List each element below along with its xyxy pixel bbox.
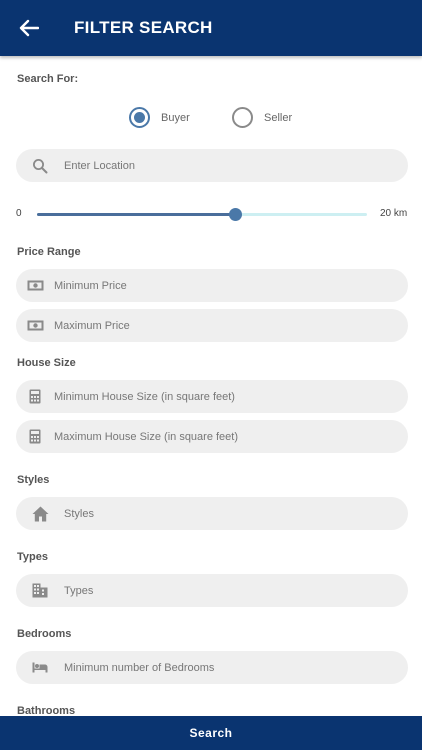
bedrooms-placeholder: Minimum number of Bedrooms bbox=[64, 661, 215, 674]
price-range-label: Price Range bbox=[17, 246, 81, 258]
search-for-label: Search For: bbox=[17, 73, 79, 85]
arrow-left-icon bbox=[19, 19, 39, 37]
max-house-size-input[interactable]: Maximum House Size (in square feet) bbox=[16, 420, 408, 453]
location-placeholder: Enter Location bbox=[64, 159, 135, 172]
calculator-icon bbox=[16, 429, 54, 444]
radio-seller-indicator bbox=[232, 107, 253, 128]
page-title: FILTER SEARCH bbox=[74, 18, 213, 37]
styles-select[interactable]: Styles bbox=[16, 497, 408, 530]
radio-buyer-label: Buyer bbox=[161, 111, 190, 124]
styles-placeholder: Styles bbox=[64, 507, 94, 520]
bed-icon bbox=[16, 662, 64, 673]
types-select[interactable]: Types bbox=[16, 574, 408, 607]
search-button[interactable]: Search bbox=[0, 716, 422, 750]
location-input[interactable]: Enter Location bbox=[16, 149, 408, 182]
max-house-size-placeholder: Maximum House Size (in square feet) bbox=[54, 430, 239, 443]
slider-max-label: 20 km bbox=[380, 208, 408, 219]
home-icon bbox=[16, 506, 64, 522]
bedrooms-input[interactable]: Minimum number of Bedrooms bbox=[16, 651, 408, 684]
min-house-size-input[interactable]: Minimum House Size (in square feet) bbox=[16, 380, 408, 413]
search-icon bbox=[16, 158, 64, 174]
types-label: Types bbox=[17, 551, 48, 563]
app-bar: FILTER SEARCH bbox=[0, 0, 422, 56]
filter-form[interactable]: Search For: Buyer Seller Enter Location … bbox=[0, 56, 422, 716]
max-price-placeholder: Maximum Price bbox=[54, 319, 130, 332]
min-price-placeholder: Minimum Price bbox=[54, 279, 127, 292]
min-price-input[interactable]: Minimum Price bbox=[16, 269, 408, 302]
max-price-input[interactable]: Maximum Price bbox=[16, 309, 408, 342]
slider-min-label: 0 bbox=[16, 208, 22, 219]
bedrooms-label: Bedrooms bbox=[17, 628, 72, 640]
radio-buyer[interactable]: Buyer bbox=[129, 107, 190, 128]
slider-thumb[interactable] bbox=[228, 208, 242, 221]
radio-seller-label: Seller bbox=[264, 111, 293, 124]
radio-buyer-indicator bbox=[129, 107, 150, 128]
money-icon bbox=[16, 280, 54, 291]
distance-slider[interactable]: 0 20 km bbox=[0, 202, 422, 226]
radio-seller[interactable]: Seller bbox=[232, 107, 292, 128]
back-button[interactable] bbox=[0, 0, 58, 56]
house-size-label: House Size bbox=[17, 357, 76, 369]
slider-track-fill bbox=[37, 213, 235, 216]
building-icon bbox=[16, 583, 64, 598]
types-placeholder: Types bbox=[64, 584, 94, 597]
money-icon bbox=[16, 320, 54, 331]
slider-track[interactable] bbox=[37, 213, 367, 216]
calculator-icon bbox=[16, 389, 54, 404]
styles-label: Styles bbox=[17, 474, 50, 486]
bathrooms-label: Bathrooms bbox=[17, 705, 76, 716]
min-house-size-placeholder: Minimum House Size (in square feet) bbox=[54, 390, 235, 403]
